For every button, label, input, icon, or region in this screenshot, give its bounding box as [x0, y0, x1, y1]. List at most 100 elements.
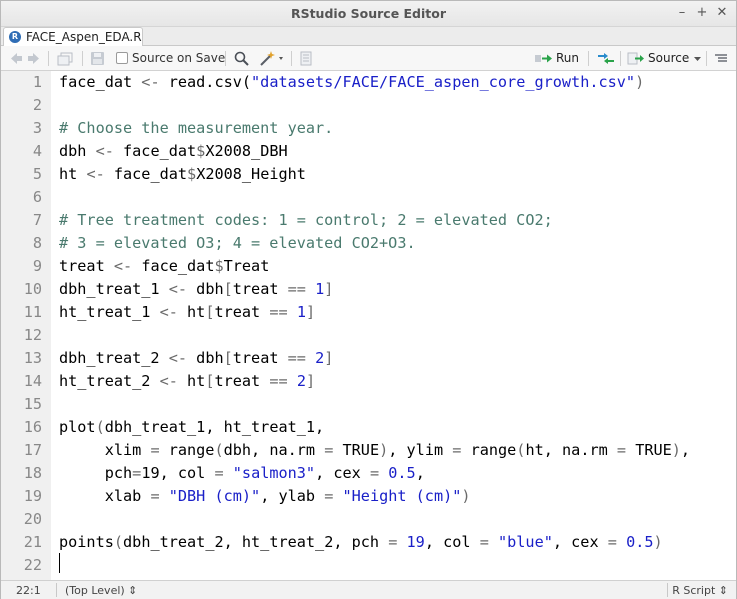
code-token: face_dat: [104, 165, 188, 183]
code-line: 11 ht_treat_1 <- ht[treat == 1]: [1, 301, 736, 324]
code-token: 19, col: [141, 464, 215, 482]
code-token: dbh_treat_2: [59, 349, 169, 367]
code-token: =: [388, 533, 398, 551]
code-line: 6: [1, 186, 736, 209]
minimize-button[interactable]: –: [673, 4, 691, 22]
tab-bar: R FACE_Aspen_EDA.R: [1, 27, 736, 46]
code-token: <-: [113, 257, 133, 275]
line-number: 6: [32, 188, 42, 206]
line-number: 18: [23, 464, 42, 482]
code-token: 2: [315, 349, 325, 367]
status-bar: 22:1 (Top Level) ⇕ R Script ⇕: [1, 580, 736, 599]
code-token: ): [653, 533, 663, 551]
r-file-icon: R: [9, 31, 21, 43]
scope-selector[interactable]: (Top Level) ⇕: [65, 584, 137, 597]
code-token: 19: [406, 533, 425, 551]
cursor-position: 22:1: [16, 584, 41, 597]
code-token: treat: [232, 349, 288, 367]
code-line: 20: [1, 508, 736, 531]
code-line: 14 ht_treat_2 <- ht[treat == 2]: [1, 370, 736, 393]
line-number: 11: [23, 303, 42, 321]
code-text: plot(dbh_treat_1, ht_treat_1,: [59, 416, 324, 439]
code-text: face_dat <- read.csv("datasets/FACE/FACE…: [59, 71, 644, 94]
toolbar-divider: [706, 51, 707, 66]
code-token: face_dat: [113, 142, 197, 160]
code-line: 16 plot(dbh_treat_1, ht_treat_1,: [1, 416, 736, 439]
code-token: =: [479, 533, 489, 551]
toolbar-divider: [291, 51, 292, 66]
code-token: =: [150, 487, 160, 505]
code-token: ==: [287, 349, 306, 367]
code-text: # Choose the measurement year.: [59, 117, 333, 140]
code-text: ht <- face_dat$X2008_Height: [59, 163, 306, 186]
code-token: # Choose the measurement year.: [59, 119, 334, 137]
line-number: 20: [23, 510, 42, 528]
code-text: # 3 = elevated O3; 4 = elevated CO2+O3.: [59, 232, 416, 255]
code-token: 0.5: [626, 533, 654, 551]
source-on-save-checkbox[interactable]: [116, 52, 128, 64]
go-back-icon[interactable]: [9, 50, 23, 67]
code-token: # 3 = elevated O3; 4 = elevated CO2+O3.: [59, 234, 416, 252]
code-token: , cex: [315, 464, 370, 482]
close-button[interactable]: ✕: [713, 4, 731, 22]
code-editor[interactable]: 1 face_dat <- read.csv("datasets/FACE/FAC…: [1, 71, 736, 580]
line-number: 4: [32, 142, 42, 160]
code-line: 9 treat <- face_dat$Treat: [1, 255, 736, 278]
code-line: 13 dbh_treat_2 <- dbh[treat == 2]: [1, 347, 736, 370]
code-token: [: [223, 349, 233, 367]
maximize-button[interactable]: +: [693, 4, 711, 22]
code-token: =: [132, 464, 142, 482]
code-token: ]: [324, 280, 334, 298]
code-line: 22: [1, 554, 736, 577]
code-token: ): [635, 73, 645, 91]
code-token: ht: [177, 372, 206, 390]
save-icon[interactable]: [90, 50, 105, 67]
code-line: 19 xlab = "DBH (cm)", ylab = "Height (cm…: [1, 485, 736, 508]
document-outline-icon[interactable]: [713, 50, 729, 67]
code-line: 12: [1, 324, 736, 347]
code-token: [: [223, 280, 233, 298]
code-token: "Height (cm)": [342, 487, 462, 505]
code-token: ht_treat_1: [59, 303, 160, 321]
source-button[interactable]: Source: [648, 50, 689, 67]
compile-report-icon[interactable]: [299, 50, 313, 67]
line-number: 9: [32, 257, 42, 275]
search-icon[interactable]: [233, 50, 250, 67]
code-token: ): [461, 487, 471, 505]
show-in-new-window-icon[interactable]: [57, 50, 75, 67]
go-forward-icon[interactable]: [27, 50, 41, 67]
code-token: $: [214, 257, 224, 275]
code-token: read.csv(: [159, 73, 252, 91]
code-token: ,: [680, 441, 691, 459]
source-icon[interactable]: [627, 50, 645, 67]
code-token: dbh: [187, 280, 224, 298]
code-tools-wand-icon[interactable]: [259, 50, 285, 67]
code-token: "datasets/FACE/FACE_aspen_core_growth.cs…: [251, 73, 636, 91]
code-token: (: [113, 533, 124, 551]
code-token: 2: [296, 372, 306, 390]
code-token: xlab: [59, 487, 151, 505]
file-type-selector[interactable]: R Script ⇕: [672, 584, 728, 597]
code-token: =: [150, 441, 160, 459]
code-token: treat: [214, 303, 270, 321]
source-dropdown-chevron-icon[interactable]: [694, 50, 702, 67]
rerun-icon[interactable]: [596, 50, 616, 67]
source-on-save-label: Source on Save: [132, 51, 226, 65]
line-number: 12: [23, 326, 42, 344]
code-text: ht_treat_1 <- ht[treat == 1]: [59, 301, 315, 324]
code-token: <-: [168, 280, 188, 298]
run-button[interactable]: Run: [556, 50, 579, 67]
code-token: (: [214, 441, 224, 459]
code-token: <-: [86, 165, 105, 183]
code-token: ): [379, 441, 389, 459]
line-number: 16: [23, 418, 42, 436]
tab-label: FACE_Aspen_EDA.R: [26, 30, 142, 44]
run-arrow-icon[interactable]: [534, 50, 554, 67]
line-number: 8: [32, 234, 42, 252]
code-token: ht_treat_2: [59, 372, 160, 390]
tab-face-aspen-eda[interactable]: R FACE_Aspen_EDA.R: [3, 27, 143, 46]
